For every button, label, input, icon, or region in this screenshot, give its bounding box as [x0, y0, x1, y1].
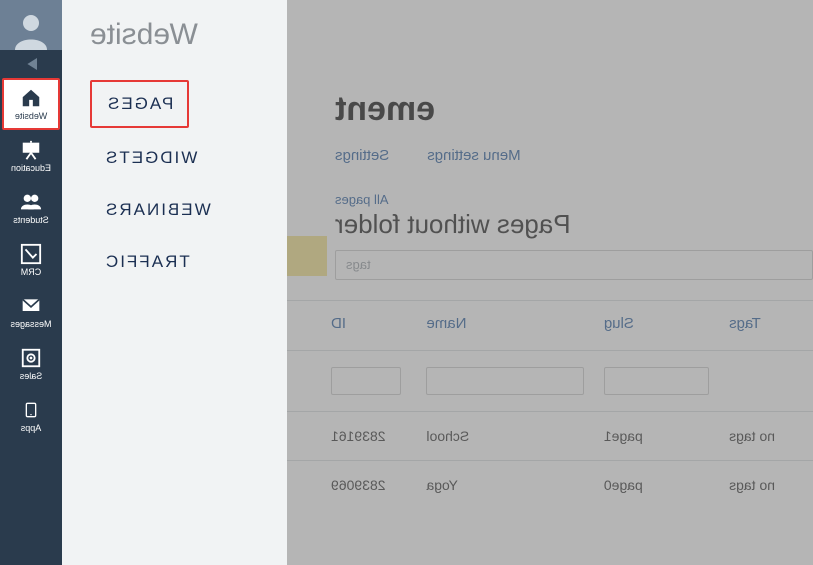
highlight-edge — [287, 236, 327, 276]
cell-id: 2839161 — [287, 412, 416, 461]
tab-menu-settings[interactable]: Menu settings — [427, 147, 520, 164]
table-row[interactable]: no tags page1 School 2839161 — [287, 412, 813, 461]
filter-row — [287, 351, 813, 412]
filter-id[interactable] — [331, 367, 401, 395]
nav-label: Website — [15, 111, 47, 121]
tab-settings[interactable]: Settings — [335, 147, 389, 164]
safe-icon — [18, 347, 44, 369]
col-name[interactable]: Name — [416, 301, 593, 351]
col-id[interactable]: ID — [287, 301, 416, 351]
table-header-row: Tags Slug Name ID — [287, 301, 813, 351]
subtitle: Pages without folder — [287, 209, 813, 240]
cell-slug[interactable]: page0 — [594, 461, 719, 510]
nav-item-website[interactable]: Website — [2, 78, 60, 130]
nav-item-students[interactable]: Students — [2, 182, 60, 234]
phone-icon — [18, 399, 44, 421]
cell-name: Yoga — [416, 461, 593, 510]
cell-tags: no tags — [719, 412, 813, 461]
nav-item-messages[interactable]: Messages — [2, 286, 60, 338]
breadcrumb[interactable]: All pages — [287, 192, 813, 207]
nav-label: CRM — [21, 267, 42, 277]
easel-icon — [18, 139, 44, 161]
pages-table: Tags Slug Name ID no tags page1 School 2… — [287, 300, 813, 509]
main-area: ement Menu settings Settings All pages P… — [287, 0, 813, 565]
cell-slug[interactable]: page1 — [594, 412, 719, 461]
filter-slug[interactable] — [604, 367, 709, 395]
nav-label: Students — [13, 215, 49, 225]
table-row[interactable]: no tags page0 Yoga 2839069 — [287, 461, 813, 510]
nav-label: Messages — [10, 319, 51, 329]
play-icon — [25, 58, 37, 70]
filter-name[interactable] — [426, 367, 583, 395]
cell-tags: no tags — [719, 461, 813, 510]
nav-label: Education — [11, 163, 51, 173]
nav-item-sales[interactable]: Sales — [2, 338, 60, 390]
secondary-item-pages[interactable]: PAGES — [90, 80, 189, 128]
secondary-item-widgets[interactable]: WIDGETS — [90, 136, 211, 180]
play-toggle[interactable] — [0, 50, 62, 78]
secondary-item-traffic[interactable]: TRAFFIC — [90, 240, 204, 284]
nav-rail: Website Education Students CRM Messages … — [0, 0, 62, 565]
tags-filter[interactable]: tags — [335, 250, 813, 280]
col-tags[interactable]: Tags — [719, 301, 813, 351]
secondary-title: Website — [90, 18, 287, 52]
secondary-item-webinars[interactable]: WEBINARS — [90, 188, 225, 232]
tags-input[interactable]: tags — [335, 250, 813, 280]
user-icon — [11, 10, 51, 50]
nav-item-apps[interactable]: Apps — [2, 390, 60, 442]
cell-id: 2839069 — [287, 461, 416, 510]
group-icon — [18, 191, 44, 213]
col-slug[interactable]: Slug — [594, 301, 719, 351]
envelope-icon — [18, 295, 44, 317]
checkbox-icon — [18, 243, 44, 265]
nav-item-education[interactable]: Education — [2, 130, 60, 182]
secondary-panel: Website PAGES WIDGETS WEBINARS TRAFFIC — [62, 0, 287, 565]
avatar[interactable] — [0, 0, 62, 50]
nav-label: Sales — [20, 371, 43, 381]
cell-name: School — [416, 412, 593, 461]
nav-item-crm[interactable]: CRM — [2, 234, 60, 286]
nav-label: Apps — [21, 423, 42, 433]
page-title: ement — [287, 90, 813, 129]
home-icon — [18, 87, 44, 109]
